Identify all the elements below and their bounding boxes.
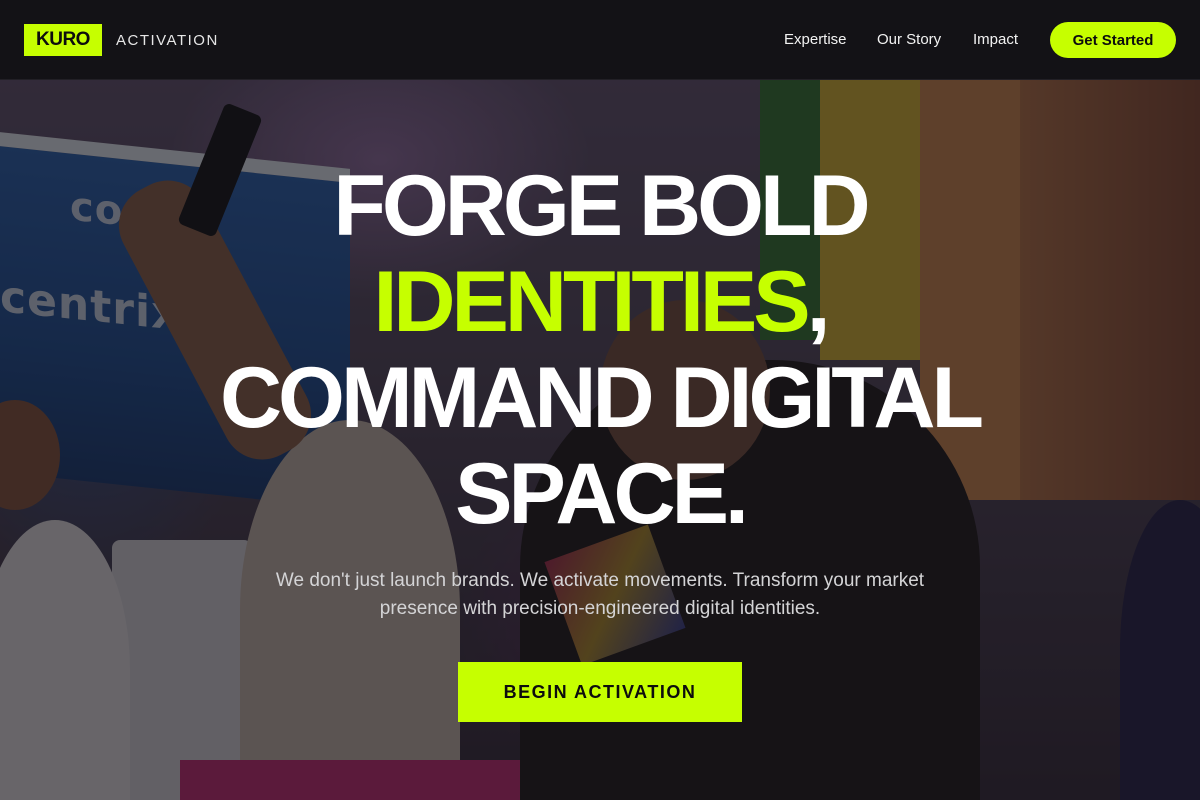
headline-comma: , xyxy=(806,254,831,350)
nav-link-our-story[interactable]: Our Story xyxy=(877,31,941,48)
headline-line-1: FORGE BOLD xyxy=(333,158,870,254)
nav-link-expertise[interactable]: Expertise xyxy=(784,31,847,48)
get-started-button[interactable]: Get Started xyxy=(1050,22,1176,58)
headline-accent: IDENTITIES xyxy=(373,254,811,350)
nav-link-impact[interactable]: Impact xyxy=(973,31,1018,48)
brand-logo[interactable]: KURO xyxy=(24,24,102,56)
headline-line-2: IDENTITIES, xyxy=(0,254,1200,350)
hero-headline: FORGE BOLD IDENTITIES, COMMAND DIGITAL S… xyxy=(0,158,1200,542)
begin-activation-button[interactable]: BEGIN ACTIVATION xyxy=(458,662,742,722)
headline-line-4: SPACE. xyxy=(455,446,749,542)
hero-subtitle: We don't just launch brands. We activate… xyxy=(275,570,925,619)
headline-line-3: COMMAND DIGITAL xyxy=(219,350,984,446)
brand-tagline: ACTIVATION xyxy=(116,32,219,49)
navbar: KURO ACTIVATION Expertise Our Story Impa… xyxy=(0,0,1200,80)
